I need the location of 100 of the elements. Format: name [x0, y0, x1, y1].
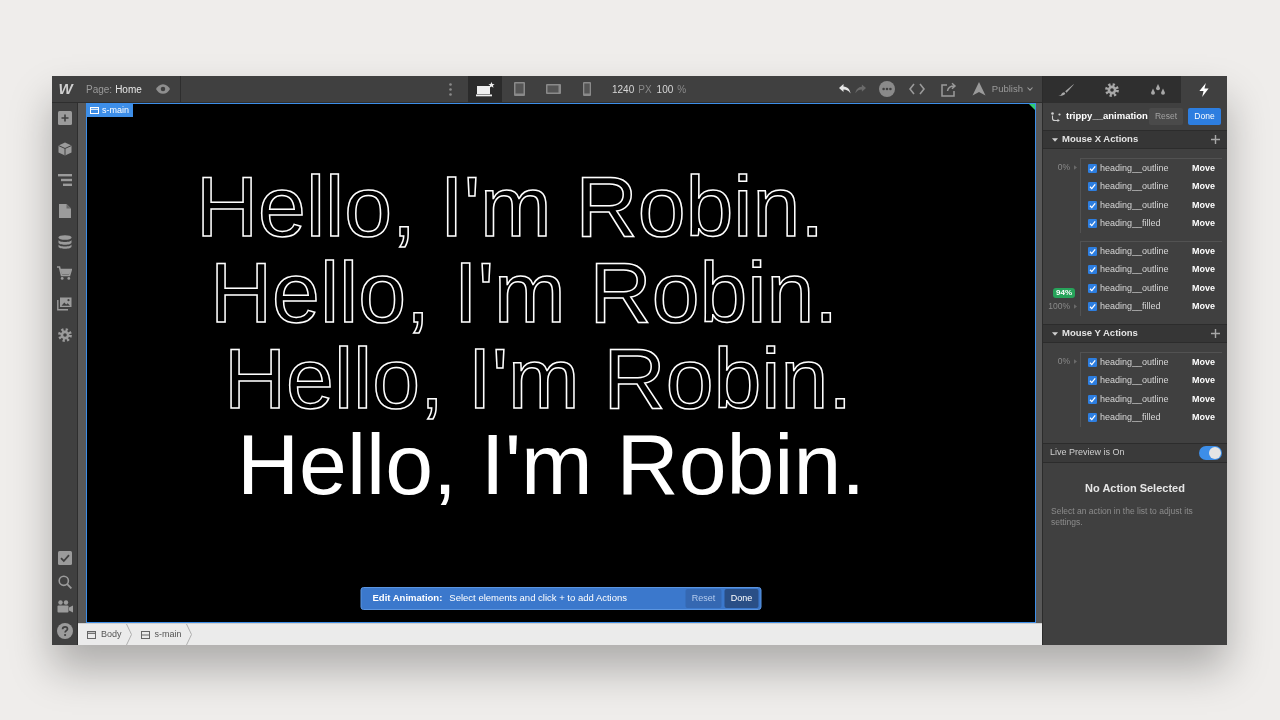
- brush-icon: [1058, 83, 1074, 96]
- edit-bar-message: Select elements and click + to add Actions: [449, 591, 628, 606]
- toggle-switch[interactable]: [1199, 446, 1222, 460]
- outlined-heading: Hello, I'm Robin.: [224, 335, 853, 421]
- checkbox[interactable]: [1088, 376, 1097, 386]
- chevron-icon: [185, 624, 192, 645]
- action-target[interactable]: heading__outline: [1100, 392, 1169, 406]
- code-icon[interactable]: [908, 83, 925, 95]
- corner-marker-icon: [1029, 104, 1035, 110]
- checkbox[interactable]: [1088, 413, 1097, 423]
- checkbox[interactable]: [1088, 265, 1097, 275]
- checkbox[interactable]: [1088, 219, 1097, 229]
- section-title: Mouse X Actions: [1062, 132, 1139, 147]
- checkbox[interactable]: [1088, 283, 1097, 293]
- action-type[interactable]: Move: [1192, 180, 1215, 194]
- section-icon: [140, 630, 150, 639]
- arrowhead-icon[interactable]: [971, 82, 986, 96]
- add-icon[interactable]: [1211, 329, 1220, 338]
- animation-name: trippy__animation: [1066, 109, 1148, 124]
- action-target[interactable]: heading__outline: [1100, 355, 1169, 369]
- add-icon[interactable]: [1211, 135, 1220, 144]
- action-type[interactable]: Move: [1192, 374, 1215, 388]
- add-panel-icon[interactable]: [57, 111, 72, 125]
- database-icon[interactable]: [57, 235, 72, 249]
- action-target[interactable]: heading__outline: [1100, 180, 1169, 194]
- action-type[interactable]: Move: [1192, 198, 1215, 212]
- eye-icon[interactable]: [155, 84, 170, 94]
- caret-right-icon: [1074, 358, 1077, 364]
- style-tab[interactable]: [1043, 76, 1089, 103]
- triangle-down-icon[interactable]: [1052, 331, 1058, 336]
- done-button[interactable]: Done: [1188, 108, 1221, 125]
- action-target[interactable]: heading__outline: [1100, 263, 1169, 277]
- checkbox[interactable]: [1088, 200, 1097, 210]
- action-type[interactable]: Move: [1192, 217, 1215, 231]
- checklist-icon[interactable]: [57, 551, 72, 565]
- undo-icon[interactable]: [838, 84, 851, 94]
- desktop-view-button[interactable]: [468, 76, 502, 102]
- portrait-phone-icon: [583, 82, 591, 96]
- action-target[interactable]: heading__filled: [1100, 300, 1161, 314]
- edit-bar-title: Edit Animation:: [372, 591, 443, 606]
- zoom-value[interactable]: 100: [656, 81, 674, 97]
- page-icon[interactable]: [58, 204, 71, 218]
- detail-title: No Action Selected: [1084, 481, 1186, 496]
- action-type[interactable]: Move: [1192, 281, 1215, 295]
- action-target[interactable]: heading__outline: [1100, 161, 1169, 175]
- chevron-icon: [125, 624, 132, 645]
- breadcrumb-item[interactable]: s-main: [131, 624, 186, 645]
- window-icon: [87, 630, 96, 639]
- logo[interactable]: W: [52, 76, 78, 102]
- export-icon[interactable]: [940, 81, 957, 97]
- keyframe-label: 0%: [1057, 354, 1070, 368]
- done-button[interactable]: Done: [724, 589, 759, 608]
- more-options-icon[interactable]: [449, 82, 452, 96]
- search-icon[interactable]: [57, 575, 72, 589]
- live-preview-label: Live Preview is On: [1050, 446, 1125, 460]
- video-camera-icon[interactable]: [56, 599, 73, 613]
- action-target[interactable]: heading__outline: [1100, 374, 1169, 388]
- page-name[interactable]: Home: [115, 81, 142, 97]
- action-target[interactable]: heading__filled: [1100, 411, 1161, 425]
- navigator-icon[interactable]: [57, 174, 72, 186]
- checkbox[interactable]: [1088, 246, 1097, 256]
- detail-description: Select an action in the list to adjust its settings.: [1050, 505, 1194, 528]
- help-icon[interactable]: [56, 623, 73, 639]
- action-type[interactable]: Move: [1192, 263, 1215, 277]
- action-type[interactable]: Move: [1192, 355, 1215, 369]
- action-target[interactable]: heading__outline: [1100, 198, 1169, 212]
- breadcrumb-item[interactable]: Body: [78, 624, 126, 645]
- checkbox[interactable]: [1088, 182, 1097, 192]
- zoom-unit: %: [677, 82, 687, 97]
- action-type[interactable]: Move: [1192, 161, 1215, 175]
- gear-icon: [1105, 82, 1119, 97]
- outlined-heading: Hello, I'm Robin.: [196, 163, 825, 249]
- keyframe-label: 100%: [1048, 300, 1070, 314]
- canvas-width-value[interactable]: 1240: [612, 81, 635, 97]
- action-type[interactable]: Move: [1192, 392, 1215, 406]
- images-icon[interactable]: [57, 297, 72, 311]
- action-type[interactable]: Move: [1192, 300, 1215, 314]
- page-label: Page:: [86, 82, 113, 97]
- action-type[interactable]: Move: [1192, 411, 1215, 425]
- publish-button[interactable]: Publish: [991, 81, 1023, 97]
- cart-icon[interactable]: [57, 266, 72, 280]
- caret-down-icon[interactable]: [1027, 87, 1033, 91]
- checkbox[interactable]: [1088, 357, 1097, 367]
- action-target[interactable]: heading__outline: [1100, 281, 1169, 295]
- desktop-star-icon: [475, 81, 495, 97]
- cube-icon[interactable]: [57, 142, 72, 156]
- action-target[interactable]: heading__outline: [1100, 244, 1169, 258]
- action-type[interactable]: Move: [1192, 244, 1215, 258]
- motion-path-icon: [1051, 111, 1061, 122]
- width-unit: PX: [638, 82, 652, 97]
- triangle-down-icon[interactable]: [1052, 137, 1058, 142]
- landscape-phone-icon: [545, 84, 561, 94]
- section-icon: [90, 107, 99, 114]
- more-circle-icon[interactable]: [878, 81, 895, 97]
- action-target[interactable]: heading__filled: [1100, 217, 1161, 231]
- checkbox[interactable]: [1088, 394, 1097, 404]
- style-manager-tab[interactable]: [1135, 76, 1181, 103]
- checkbox[interactable]: [1088, 302, 1097, 312]
- settings-icon[interactable]: [57, 328, 72, 342]
- checkbox[interactable]: [1088, 163, 1097, 173]
